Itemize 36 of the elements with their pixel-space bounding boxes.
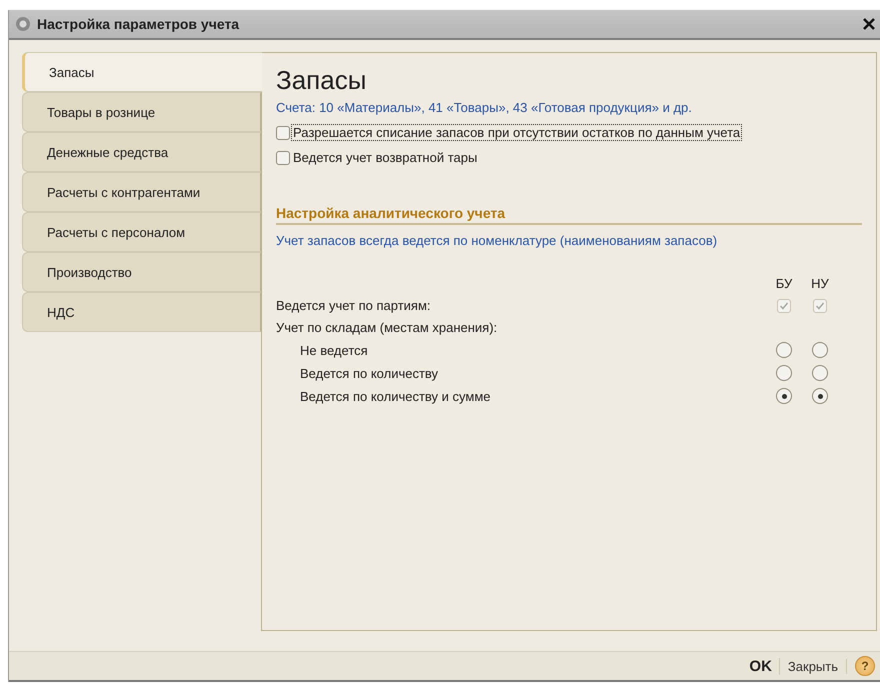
ok-button[interactable]: OK [742,658,780,674]
checkbox[interactable] [276,150,290,164]
checkbox-label: Ведется учет возвратной тары [292,150,478,165]
sidebar-tab[interactable]: Производство [22,252,261,292]
sidebar-tab[interactable]: Товары в рознице [22,92,261,132]
option-label: Ведется учет по партиям: [276,298,432,313]
check-icon [779,300,789,310]
radio-button[interactable] [776,342,792,358]
radio-button[interactable] [812,388,828,404]
help-button[interactable]: ? [855,656,875,676]
option-label: Учет по складам (местам хранения): [276,320,498,335]
check-icon [815,300,825,310]
group-note: Учет запасов всегда ведется по номенклатуре (наименованиям запасов) [276,233,718,248]
radio-button[interactable] [776,365,792,381]
sidebar-tab[interactable]: НДС [22,292,261,332]
column-header: НУ [810,276,830,291]
gear-icon [15,16,31,32]
close-icon[interactable] [863,18,875,30]
option-label: Не ведется [299,342,369,358]
sidebar-tab[interactable]: Запасы [22,52,262,92]
checkbox-label: Разрешается списание запасов при отсутствии остатков по данным учета [292,125,742,140]
option-label: Ведется по количеству и сумме [299,388,492,404]
window-title: Настройка параметров учета [37,16,240,32]
option-label: Ведется по количеству [299,366,440,380]
radio-button[interactable] [812,365,828,381]
checkbox[interactable] [276,126,290,140]
section-heading: Запасы [276,65,368,96]
radio-button[interactable] [776,388,792,404]
group-title: Настройка аналитического учета [276,205,862,225]
accounts-note: Счета: 10 «Материалы», 41 «Товары», 43 «Готовая продукция» и др. [276,100,693,115]
radio-button[interactable] [812,342,828,358]
column-header: БУ [774,276,794,291]
sidebar-tab[interactable]: Расчеты с персоналом [22,212,261,252]
sidebar-tab[interactable]: Расчеты с контрагентами [22,172,261,212]
sidebar-tab[interactable]: Денежные средства [22,132,261,172]
close-button[interactable]: Закрыть [780,658,847,674]
